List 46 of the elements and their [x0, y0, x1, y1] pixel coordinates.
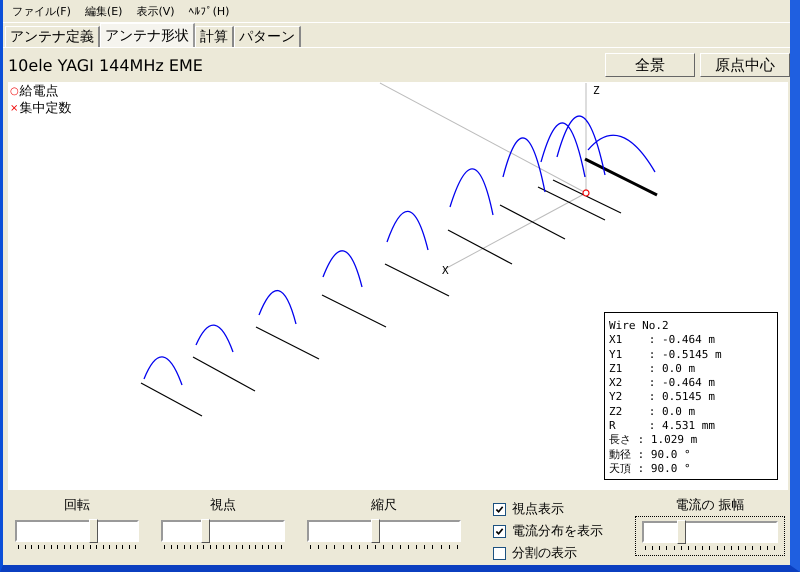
antenna-title: 10ele YAGI 144MHz EME [8, 56, 203, 74]
checkbox-label: 電流分布を表示 [512, 523, 603, 540]
wire-info-line: Wire No.2 [609, 319, 670, 334]
view-button[interactable]: 全景 [605, 53, 695, 77]
slider[interactable] [161, 520, 285, 542]
axis-label: Z [593, 84, 600, 97]
slider-label: 電流の 振幅 [674, 497, 746, 515]
slider-label: 縮尺 [370, 497, 398, 515]
wire-info-line: X2 : -0.464 m [609, 376, 716, 390]
tab[interactable]: アンテナ定義 [5, 26, 100, 47]
legend-label: 給電点 [20, 83, 59, 100]
legend-symbol: × [10, 102, 18, 116]
wire-info-line: 長さ : 1.029 m [609, 433, 698, 448]
tab[interactable]: 計算 [195, 26, 234, 47]
slider-label: 視点 [209, 497, 237, 515]
menu-item[interactable]: ファイル(F) [7, 4, 76, 18]
checkbox-label: 分割の表示 [512, 545, 577, 562]
legend-label: 集中定数 [19, 100, 72, 117]
wire-info-line: X1 : -0.464 m [609, 333, 716, 348]
slider-thumb[interactable] [201, 519, 210, 543]
slider-thumb[interactable] [676, 520, 686, 544]
menu-item[interactable]: 表示(V) [131, 4, 180, 18]
slider[interactable] [15, 520, 139, 542]
tab[interactable]: パターン [234, 26, 301, 47]
checkbox-label: 視点表示 [512, 501, 564, 518]
slider-label: 回転 [63, 497, 91, 515]
slider[interactable] [307, 520, 461, 542]
menu-item[interactable]: 編集(E) [80, 4, 128, 18]
checkbox[interactable] [493, 502, 506, 516]
wire-info-line: Y1 : -0.5145 m [609, 348, 723, 362]
slider-thumb[interactable] [88, 519, 98, 543]
legend-symbol: ○ [10, 85, 19, 99]
wire-info-line: R : 4.531 mm [609, 419, 716, 434]
menu-item[interactable]: ﾍﾙﾌﾟ(H) [184, 4, 234, 18]
view-button[interactable]: 原点中心 [700, 53, 790, 77]
checkbox[interactable] [493, 546, 506, 560]
wire-info-line: 動径 : 90.0 ° [609, 448, 692, 462]
wire-info-line: 天頂 : 90.0 ° [609, 462, 692, 476]
wire-info-line: Z2 : 0.0 m [609, 404, 696, 420]
axis-label: X [442, 264, 449, 277]
checkbox[interactable] [493, 524, 506, 538]
tab[interactable]: アンテナ形状 [100, 23, 195, 47]
wire-info-line: Z1 : 0.0 m [609, 362, 696, 376]
slider[interactable] [642, 521, 778, 543]
wire-info-line: Y2 : 0.5145 m [609, 390, 716, 405]
slider-thumb[interactable] [371, 519, 380, 543]
